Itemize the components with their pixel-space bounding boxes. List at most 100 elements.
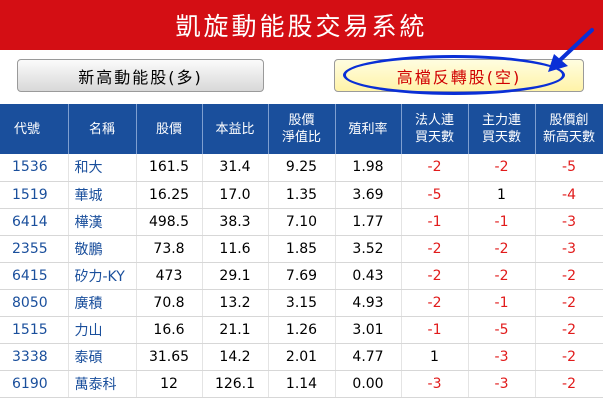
cell-price: 73.8 — [136, 235, 203, 263]
cell-new-high-days: -2 — [535, 316, 603, 344]
table-row[interactable]: 3338 泰碩 31.65 14.2 2.01 4.77 1 -3 -2 — [0, 343, 603, 371]
cell-price: 12 — [136, 370, 203, 398]
cell-pe-ratio: 11.6 — [202, 235, 269, 263]
cell-code[interactable]: 6414 — [0, 208, 69, 236]
table-row[interactable]: 6190 萬泰科 12 126.1 1.14 0.00 -3 -3 -2 — [0, 370, 603, 398]
table-row[interactable]: 2355 敬鵬 73.8 11.6 1.85 3.52 -2 -2 -3 — [0, 235, 603, 263]
table-header-row: 代號 名稱 股價 本益比 股價 淨值比 殖利率 法人連 買天數 主力連 買天數 … — [0, 104, 603, 154]
cell-name[interactable]: 矽力-KY — [68, 262, 137, 290]
cell-main-force-days: -3 — [468, 370, 536, 398]
cell-dividend-yield: 4.93 — [335, 289, 402, 317]
cell-dividend-yield: 3.52 — [335, 235, 402, 263]
cell-name[interactable]: 樺漢 — [68, 208, 137, 236]
cell-pb-ratio: 1.35 — [268, 181, 336, 209]
cell-institutional-days: -1 — [401, 208, 469, 236]
cell-price: 16.6 — [136, 316, 203, 344]
cell-name[interactable]: 華城 — [68, 181, 137, 209]
cell-dividend-yield: 0.00 — [335, 370, 402, 398]
cell-main-force-days: -1 — [468, 289, 536, 317]
cell-code[interactable]: 2355 — [0, 235, 69, 263]
cell-name[interactable]: 泰碩 — [68, 343, 137, 371]
cell-pe-ratio: 31.4 — [202, 154, 269, 182]
cell-dividend-yield: 1.77 — [335, 208, 402, 236]
cell-price: 473 — [136, 262, 203, 290]
table-row[interactable]: 6414 樺漢 498.5 38.3 7.10 1.77 -1 -1 -3 — [0, 208, 603, 236]
cell-main-force-days: -3 — [468, 343, 536, 371]
cell-code[interactable]: 8050 — [0, 289, 69, 317]
header-main-force-days[interactable]: 主力連 買天數 — [468, 104, 536, 154]
cell-main-force-days: -1 — [468, 208, 536, 236]
header-name[interactable]: 名稱 — [68, 104, 137, 154]
cell-name[interactable]: 敬鵬 — [68, 235, 137, 263]
cell-pb-ratio: 2.01 — [268, 343, 336, 371]
table-row[interactable]: 6415 矽力-KY 473 29.1 7.69 0.43 -2 -2 -2 — [0, 262, 603, 290]
cell-new-high-days: -3 — [535, 235, 603, 263]
cell-new-high-days: -5 — [535, 154, 603, 182]
header-pb-ratio[interactable]: 股價 淨值比 — [268, 104, 336, 154]
cell-name[interactable]: 萬泰科 — [68, 370, 137, 398]
cell-pb-ratio: 1.26 — [268, 316, 336, 344]
cell-pe-ratio: 38.3 — [202, 208, 269, 236]
cell-name[interactable]: 和大 — [68, 154, 137, 182]
high-reversal-button[interactable]: 高檔反轉股(空) — [334, 59, 584, 92]
cell-price: 498.5 — [136, 208, 203, 236]
cell-code[interactable]: 6190 — [0, 370, 69, 398]
cell-pe-ratio: 13.2 — [202, 289, 269, 317]
cell-pb-ratio: 7.10 — [268, 208, 336, 236]
cell-institutional-days: -1 — [401, 316, 469, 344]
header-pe-ratio[interactable]: 本益比 — [202, 104, 269, 154]
cell-institutional-days: -2 — [401, 289, 469, 317]
cell-institutional-days: -3 — [401, 370, 469, 398]
header-new-high-days[interactable]: 股價創 新高天數 — [535, 104, 603, 154]
cell-institutional-days: -2 — [401, 235, 469, 263]
cell-main-force-days: -2 — [468, 154, 536, 182]
cell-pe-ratio: 29.1 — [202, 262, 269, 290]
cell-new-high-days: -2 — [535, 343, 603, 371]
header-price[interactable]: 股價 — [136, 104, 203, 154]
cell-institutional-days: -5 — [401, 181, 469, 209]
cell-pb-ratio: 7.69 — [268, 262, 336, 290]
cell-price: 16.25 — [136, 181, 203, 209]
cell-price: 161.5 — [136, 154, 203, 182]
cell-main-force-days: -2 — [468, 262, 536, 290]
cell-code[interactable]: 1536 — [0, 154, 69, 182]
cell-main-force-days: -5 — [468, 316, 536, 344]
header-institutional-days[interactable]: 法人連 買天數 — [401, 104, 469, 154]
cell-new-high-days: -2 — [535, 370, 603, 398]
header-code[interactable]: 代號 — [0, 104, 69, 154]
cell-dividend-yield: 3.69 — [335, 181, 402, 209]
cell-code[interactable]: 6415 — [0, 262, 69, 290]
table-row[interactable]: 1515 力山 16.6 21.1 1.26 3.01 -1 -5 -2 — [0, 316, 603, 344]
cell-pe-ratio: 126.1 — [202, 370, 269, 398]
cell-code[interactable]: 1515 — [0, 316, 69, 344]
cell-dividend-yield: 4.77 — [335, 343, 402, 371]
cell-pb-ratio: 1.14 — [268, 370, 336, 398]
table-row[interactable]: 1519 華城 16.25 17.0 1.35 3.69 -5 1 -4 — [0, 181, 603, 209]
cell-new-high-days: -4 — [535, 181, 603, 209]
cell-code[interactable]: 3338 — [0, 343, 69, 371]
cell-dividend-yield: 0.43 — [335, 262, 402, 290]
cell-institutional-days: 1 — [401, 343, 469, 371]
app-title-bar: 凱旋動能股交易系統 — [0, 0, 603, 50]
cell-name[interactable]: 廣積 — [68, 289, 137, 317]
cell-price: 31.65 — [136, 343, 203, 371]
cell-institutional-days: -2 — [401, 262, 469, 290]
table-row[interactable]: 8050 廣積 70.8 13.2 3.15 4.93 -2 -1 -2 — [0, 289, 603, 317]
mode-button-row: 新高動能股(多) 高檔反轉股(空) — [0, 50, 603, 102]
cell-new-high-days: -2 — [535, 289, 603, 317]
cell-new-high-days: -3 — [535, 208, 603, 236]
cell-price: 70.8 — [136, 289, 203, 317]
cell-code[interactable]: 1519 — [0, 181, 69, 209]
header-dividend-yield[interactable]: 殖利率 — [335, 104, 402, 154]
cell-pb-ratio: 9.25 — [268, 154, 336, 182]
cell-pb-ratio: 3.15 — [268, 289, 336, 317]
cell-dividend-yield: 3.01 — [335, 316, 402, 344]
cell-institutional-days: -2 — [401, 154, 469, 182]
cell-name[interactable]: 力山 — [68, 316, 137, 344]
cell-pe-ratio: 17.0 — [202, 181, 269, 209]
table-row[interactable]: 1536 和大 161.5 31.4 9.25 1.98 -2 -2 -5 — [0, 154, 603, 182]
app-title: 凱旋動能股交易系統 — [175, 12, 428, 41]
cell-main-force-days: 1 — [468, 181, 536, 209]
cell-pe-ratio: 21.1 — [202, 316, 269, 344]
new-high-momentum-button[interactable]: 新高動能股(多) — [17, 59, 264, 92]
